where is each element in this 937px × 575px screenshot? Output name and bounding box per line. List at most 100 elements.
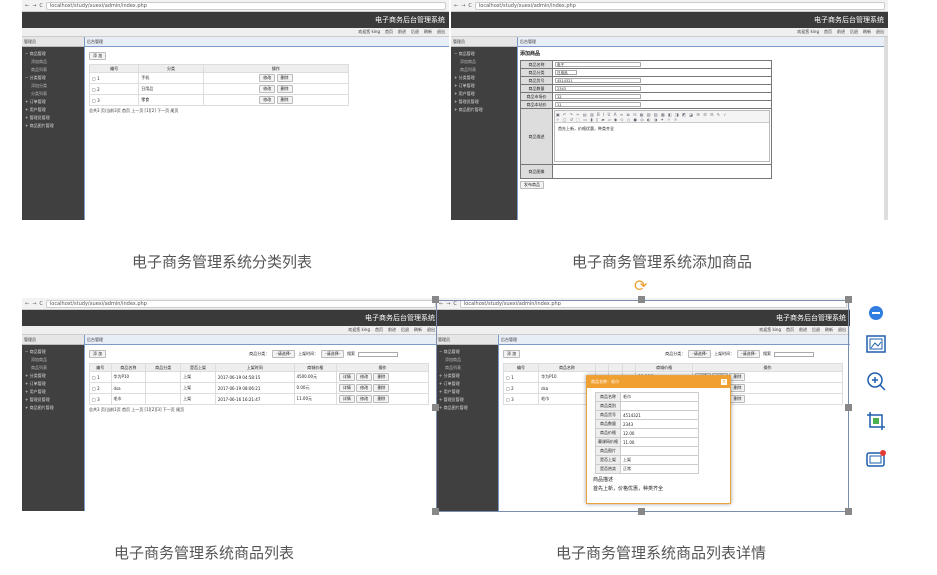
resize-handle[interactable] [845, 404, 852, 411]
editor-content: 首先上新，价格优惠，种类齐全 [558, 126, 614, 131]
top-links: 欢迎您 king 首页 前进 后退 刷新 退出 [436, 326, 850, 335]
reload-icon: C [453, 300, 457, 307]
reload-icon: C [39, 2, 43, 9]
browser-url-bar: ← → C localhost/study/xuexi/admin/index.ph… [22, 0, 449, 12]
pager: 总共3 页/当前3页 首页 上一页 [1][2] 下一页 尾页 [89, 108, 179, 113]
table-row: ▢ 3 零食 修改 删除 [88, 94, 350, 106]
back-icon: ← [454, 2, 459, 9]
app-header: 电子商务后台管理系统 [451, 12, 888, 28]
reload-icon: C [39, 300, 43, 307]
top-links: 欢迎您 king 首页 前进 后退 刷新 退出 [22, 326, 439, 335]
menu-image: + 商品图片管理 [25, 123, 54, 128]
sidebar: 管理员 − 商品管理 添加商品 商品列表 + 分类管理 + 订单管理 + 用户管… [22, 335, 84, 511]
address-input: localhost/study/xuexi/admin/index.php [459, 299, 847, 308]
date-select: -请选择- [321, 350, 345, 358]
modal-title: 商品名称：毛巾 [591, 379, 619, 384]
screen-record-icon[interactable] [865, 448, 887, 470]
detail-table: 商品名称 毛巾 商品类别 商品货号 4514321 商品数量 2343 商品价格 12.… [595, 392, 699, 474]
caption-category-list: 电子商务管理系统分类列表 [132, 253, 313, 271]
product-detail-modal: 商品名称：毛巾 × 商品名称 毛巾 商品类别 商品货号 4514321 商品数量 234… [586, 375, 731, 504]
top-links: 欢迎您 king 首页 前进 后退 刷新 退出 [22, 28, 449, 37]
app-title: 电子商务后台管理系统 [776, 314, 846, 322]
resize-handle[interactable] [638, 508, 645, 515]
menu-category-list: 分类列表 [31, 91, 47, 96]
caption-product-detail: 电子商务管理系统商品列表详情 [556, 544, 767, 562]
pager: 总共3 页/当前1页 首页 上一页 [1][2][3] 下一页 尾页 [89, 407, 185, 412]
resize-handle[interactable] [432, 404, 439, 411]
desc-text: 首先上新，价格优惠，种类齐全 [593, 486, 664, 492]
back-link: 后退 [411, 29, 419, 34]
address-input: localhost/study/xuexi/admin/index.php [45, 1, 446, 10]
screenshot-product-detail[interactable]: ← → C localhost/study/xuexi/admin/index.ph… [436, 298, 850, 511]
main-content: 后台管理 添加商品 商品名称 电子 商品分类 日用品 商品货号 4514321 商品数… [517, 37, 888, 220]
screenshot-product-list[interactable]: ← → C localhost/study/xuexi/admin/index.ph… [22, 298, 439, 511]
resize-handle[interactable] [845, 508, 852, 515]
refresh-link: 刷新 [424, 29, 432, 34]
back-icon: ← [25, 2, 30, 9]
menu-user: + 用户管理 [25, 107, 46, 112]
forward-icon: → [32, 300, 37, 307]
forward-link: 前进 [398, 29, 406, 34]
forward-icon: → [32, 2, 37, 9]
rich-editor: ▣ ↶ ↷ ✂ ▤ ▥ B I U A ≡ ≣ ☷ ▦ ▧ ▨ ▩ ◧ ◨ ◩ … [554, 110, 770, 162]
breadcrumb: 后台管理 [518, 37, 888, 47]
home-link: 首页 [385, 29, 393, 34]
app-header: 电子商务后台管理系统 [22, 12, 449, 28]
resize-handle[interactable] [845, 296, 852, 303]
crop-icon[interactable] [865, 410, 887, 432]
reload-icon: C [468, 2, 472, 9]
sidebar: 管理员 − 商品管理 添加商品 商品列表 + 分类管理 + 订单管理 + 用户管… [436, 335, 498, 511]
scrollbar [884, 37, 888, 220]
app-header: 电子商务后台管理系统 [22, 310, 439, 326]
back-icon: ← [439, 300, 444, 307]
resize-handle[interactable] [432, 508, 439, 515]
welcome-text: 欢迎您 king [358, 29, 380, 34]
screenshot-category-list[interactable]: ← → C localhost/study/xuexi/admin/index.ph… [22, 0, 449, 220]
sidebar: 管理员 − 商品管理 添加商品 商品列表 + 分类管理 + 订单管理 + 用户管… [451, 37, 517, 220]
menu-product: − 商品管理 [25, 51, 46, 56]
menu-category: − 分类管理 [25, 75, 46, 80]
forward-icon: → [461, 2, 466, 9]
menu-add-category: 添加分类 [31, 83, 47, 88]
sidebar-head: 管理员 [451, 37, 517, 47]
filter-bar: 添 加 商品分类： -请选择- 上架时间： -请选择- 搜索 [85, 345, 439, 363]
desc-title: 商品描述 [593, 477, 614, 483]
add-button: 添 加 [89, 52, 107, 60]
back-icon: ← [25, 300, 30, 307]
sidebar-head: 管理员 [22, 37, 84, 47]
menu-product-list: 商品列表 [31, 67, 47, 72]
address-input: localhost/study/xuexi/admin/index.php [474, 1, 885, 10]
rotate-icon[interactable]: ⟳ [634, 278, 647, 294]
sidebar: 管理员 − 商品管理 添加商品 商品列表 − 分类管理 添加分类 分类列表 + … [22, 37, 84, 220]
caption-add-product: 电子商务管理系统添加商品 [572, 253, 753, 271]
editor-toolbar: ▣ ↶ ↷ ✂ ▤ ▥ B I U A ≡ ≣ ☷ ▦ ▧ ▨ ▩ ◧ ◨ ◩ … [555, 111, 769, 123]
address-input: localhost/study/xuexi/admin/index.php [45, 299, 436, 308]
search-input [358, 351, 399, 357]
resize-handle[interactable] [432, 296, 439, 303]
table-row: ▢ 2 日用品 修改 删除 [88, 83, 350, 95]
category-table: 编号 分类 操作 ▢ 1 手机 修改 删除 ▢ 2 日用品 修改 删除 ▢ 3 零食 修改 删除 [88, 64, 350, 106]
image-icon[interactable] [865, 333, 887, 355]
table-row: ▢ 1 华为P10 上架 2017-06-19 04:58:15 4500.00元 详情 … [89, 371, 430, 383]
table-row: ▢ 1 手机 修改 删除 [88, 72, 350, 84]
menu-order: + 订单管理 [25, 99, 46, 104]
minus-circle-icon[interactable] [865, 302, 887, 324]
modal-header: 商品名称：毛巾 × [587, 376, 730, 388]
main-content: 后台管理 添 加 商品分类： -请选择- 上架时间： -请选择- 搜索 编号 商品… [84, 335, 439, 511]
top-links: 欢迎您 king 首页 前进 后退 刷新 退出 [451, 28, 888, 37]
zoom-in-icon[interactable] [865, 370, 887, 392]
browser-url-bar: ← → C localhost/study/xuexi/admin/index.ph… [22, 298, 439, 310]
table-row: ▢ 3 毛巾 上架 2017-06-16 16:21:47 11.00元 详情 修改 删除 [89, 393, 430, 405]
caption-product-list: 电子商务管理系统商品列表 [114, 544, 295, 562]
menu-admin: + 管理员管理 [25, 115, 50, 120]
browser-url-bar: ← → C localhost/study/xuexi/admin/index.ph… [451, 0, 888, 12]
screenshot-add-product[interactable]: ← → C localhost/study/xuexi/admin/index.ph… [451, 0, 888, 220]
product-table: 编号 商品名称 商品分类 是否上架 上架时间 商城价格 操作 ▢ 1 华为P10 上架 2017-… [89, 363, 430, 405]
breadcrumb: 后台管理 [85, 37, 449, 47]
close-icon: × [721, 379, 727, 385]
logout-link: 退出 [437, 29, 445, 34]
menu-add-product: 添加商品 [31, 59, 47, 64]
forward-icon: → [446, 300, 451, 307]
app-header: 电子商务后台管理系统 [436, 310, 850, 326]
resize-handle[interactable] [638, 296, 645, 303]
